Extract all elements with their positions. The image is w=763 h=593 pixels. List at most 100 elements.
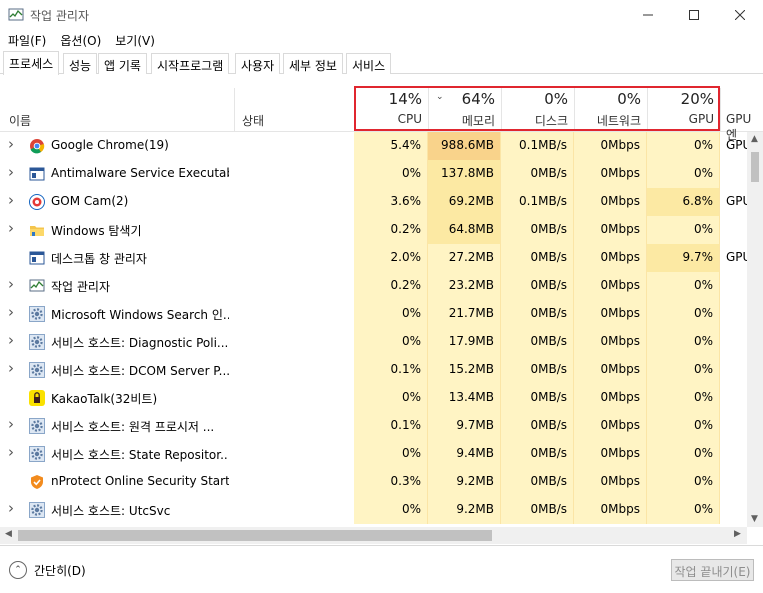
tab-services[interactable]: 서비스 xyxy=(346,53,392,74)
network-value: 0Mbps xyxy=(574,356,647,384)
table-row[interactable]: › 서비스 호스트: UtcSvc 0% 9.2MB 0MB/s 0Mbps 0% xyxy=(0,496,747,524)
header-gpu[interactable]: GPU xyxy=(647,112,714,126)
maximize-button[interactable] xyxy=(671,0,717,30)
header-status[interactable]: 상태 xyxy=(242,112,264,129)
tab-processes[interactable]: 프로세스 xyxy=(3,51,60,75)
header-cpu-percent[interactable]: 14% xyxy=(354,90,422,108)
process-name: 서비스 호스트: UtcSvc xyxy=(51,504,171,518)
gpu-value: 0% xyxy=(647,412,720,440)
scroll-down-icon[interactable]: ▼ xyxy=(751,514,758,524)
close-button[interactable] xyxy=(717,0,763,30)
memory-value: 27.2MB xyxy=(428,244,501,272)
gpu-value: 0% xyxy=(647,300,720,328)
scroll-right-icon[interactable]: ▶ xyxy=(734,529,741,539)
kakaotalk-icon xyxy=(29,390,45,406)
tab-startup[interactable]: 시작프로그램 xyxy=(151,53,230,74)
column-divider[interactable] xyxy=(720,88,721,132)
expand-chevron-icon[interactable]: › xyxy=(8,303,18,321)
process-name: 서비스 호스트: Diagnostic Poli... xyxy=(51,336,229,350)
table-row[interactable]: › 서비스 호스트: 원격 프로시저 ... 0.1% 9.7MB 0MB/s 0Mbps… xyxy=(0,412,747,440)
gear-icon xyxy=(29,502,45,518)
header-network[interactable]: 네트워크 xyxy=(574,112,641,129)
cpu-value: 5.4% xyxy=(354,132,428,160)
tab-details[interactable]: 세부 정보 xyxy=(283,53,343,74)
expand-chevron-icon[interactable]: › xyxy=(8,135,18,153)
gpu-value: 0% xyxy=(647,216,720,244)
expand-chevron-icon[interactable]: › xyxy=(8,219,18,237)
memory-value: 988.6MB xyxy=(428,132,501,160)
gpu-value: 0% xyxy=(647,160,720,188)
tab-app-history[interactable]: 앱 기록 xyxy=(98,53,147,74)
expand-chevron-icon[interactable]: › xyxy=(8,443,18,461)
minimize-button[interactable] xyxy=(625,0,671,30)
horizontal-scrollbar[interactable]: ◀ ▶ xyxy=(0,527,747,544)
network-value: 0Mbps xyxy=(574,468,647,496)
column-divider[interactable] xyxy=(234,88,235,132)
network-value: 0Mbps xyxy=(574,328,647,356)
gpu-value: 0% xyxy=(647,384,720,412)
gpu-value: 9.7% xyxy=(647,244,720,272)
table-row[interactable]: 데스크톱 창 관리자 2.0% 27.2MB 0MB/s 0Mbps 9.7% GPU xyxy=(0,244,747,272)
disk-value: 0MB/s xyxy=(501,160,574,188)
table-row[interactable]: › 작업 관리자 0.2% 23.2MB 0MB/s 0Mbps 0% xyxy=(0,272,747,300)
fewer-details-button[interactable]: ⌃ 간단히(D) xyxy=(9,561,86,579)
expand-chevron-icon[interactable]: › xyxy=(8,415,18,433)
header-disk-percent[interactable]: 0% xyxy=(501,90,568,108)
header-cpu[interactable]: CPU xyxy=(354,112,422,126)
table-row[interactable]: › Windows 탐색기 0.2% 64.8MB 0MB/s 0Mbps 0% xyxy=(0,216,747,244)
table-row[interactable]: › 서비스 호스트: Diagnostic Poli... 0% 17.9MB 0MB/… xyxy=(0,328,747,356)
scrollbar-thumb[interactable] xyxy=(751,152,759,182)
header-name[interactable]: 이름 xyxy=(9,112,31,129)
gpu-value: 0% xyxy=(647,356,720,384)
network-value: 0Mbps xyxy=(574,160,647,188)
table-row[interactable]: › Antimalware Service Executable 0% 137.8MB… xyxy=(0,160,747,188)
header-gpu-percent[interactable]: 20% xyxy=(647,90,714,108)
vertical-scrollbar[interactable]: ▲ ▼ xyxy=(747,132,763,527)
expand-chevron-icon[interactable]: › xyxy=(8,499,18,517)
network-value: 0Mbps xyxy=(574,188,647,216)
table-row[interactable]: › GOM Cam(2) 3.6% 69.2MB 0.1MB/s 0Mbps 6.8% GPU xyxy=(0,188,747,216)
disk-value: 0MB/s xyxy=(501,440,574,468)
menu-view[interactable]: 보기(V) xyxy=(107,30,155,50)
table-row[interactable]: › Google Chrome(19) 5.4% 988.6MB 0.1MB/s 0Mbp… xyxy=(0,132,747,160)
gear-icon xyxy=(29,418,45,434)
maximize-icon xyxy=(689,10,699,20)
disk-value: 0MB/s xyxy=(501,328,574,356)
header-network-percent[interactable]: 0% xyxy=(574,90,641,108)
tab-users[interactable]: 사용자 xyxy=(235,53,281,74)
process-name: Google Chrome(19) xyxy=(51,138,169,152)
table-row[interactable]: KakaoTalk(32비트) 0% 13.4MB 0MB/s 0Mbps 0% xyxy=(0,384,747,412)
tab-performance[interactable]: 성능 xyxy=(63,53,98,74)
gear-icon xyxy=(29,306,45,322)
header-disk[interactable]: 디스크 xyxy=(501,112,568,129)
disk-value: 0.1MB/s xyxy=(501,188,574,216)
table-row[interactable]: › 서비스 호스트: State Repositor... 0% 9.4MB 0MB/s… xyxy=(0,440,747,468)
scrollbar-thumb[interactable] xyxy=(18,530,492,541)
close-icon xyxy=(735,10,745,20)
gpu-value: 0% xyxy=(647,496,720,524)
header-memory[interactable]: 메모리 xyxy=(428,112,495,129)
process-name: nProtect Online Security Starte... xyxy=(51,474,229,488)
table-row[interactable]: › Microsoft Windows Search 인... 0% 21.7MB 0M… xyxy=(0,300,747,328)
scroll-left-icon[interactable]: ◀ xyxy=(5,529,12,539)
network-value: 0Mbps xyxy=(574,272,647,300)
expand-chevron-icon[interactable]: › xyxy=(8,191,18,209)
expand-chevron-icon[interactable]: › xyxy=(8,359,18,377)
expand-chevron-icon[interactable]: › xyxy=(8,163,18,181)
network-value: 0Mbps xyxy=(574,440,647,468)
memory-value: 9.4MB xyxy=(428,440,501,468)
table-row[interactable]: › 서비스 호스트: DCOM Server P... 0.1% 15.2MB 0MB/… xyxy=(0,356,747,384)
table-row[interactable]: nProtect Online Security Starte... 0.3% 9.… xyxy=(0,468,747,496)
disk-value: 0MB/s xyxy=(501,496,574,524)
process-name: 서비스 호스트: State Repositor... xyxy=(51,448,229,462)
disk-value: 0MB/s xyxy=(501,300,574,328)
scroll-up-icon[interactable]: ▲ xyxy=(751,134,758,144)
end-task-button[interactable]: 작업 끝내기(E) xyxy=(671,559,754,581)
expand-chevron-icon[interactable]: › xyxy=(8,275,18,293)
header-memory-percent[interactable]: 64% xyxy=(428,90,495,108)
network-value: 0Mbps xyxy=(574,300,647,328)
menu-file[interactable]: 파일(F) xyxy=(0,30,46,50)
menu-options[interactable]: 옵션(O) xyxy=(52,30,101,50)
expand-chevron-icon[interactable]: › xyxy=(8,331,18,349)
cpu-value: 0% xyxy=(354,160,428,188)
